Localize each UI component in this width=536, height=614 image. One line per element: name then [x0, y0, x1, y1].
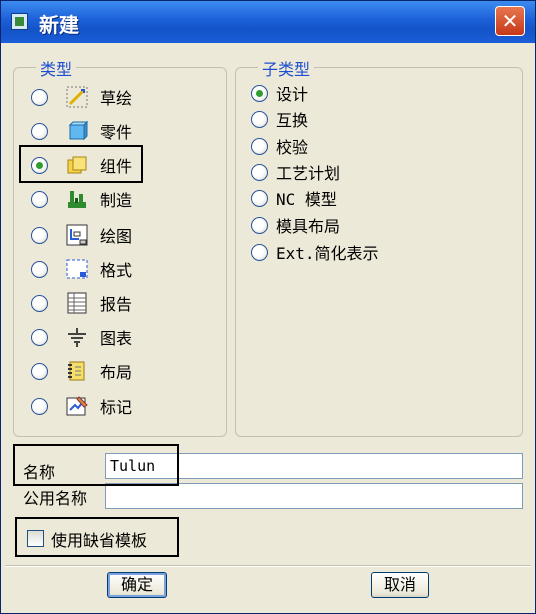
manufacturing-icon — [66, 188, 88, 210]
subtype-label: 设计 — [276, 85, 309, 104]
type-item-manufacturing[interactable]: 制造 — [31, 187, 132, 211]
subtype-radio[interactable] — [251, 243, 268, 261]
subtype-label: 校验 — [276, 138, 309, 157]
type-label: 零件 — [100, 123, 133, 142]
ok-button[interactable]: 确定 — [107, 572, 167, 598]
type-radio[interactable] — [31, 122, 48, 140]
subtype-item-mold-layout[interactable]: 模具布局 — [251, 213, 340, 237]
subtype-radio[interactable] — [251, 216, 268, 234]
type-radio[interactable] — [31, 88, 48, 106]
subtype-group-title: 子类型 — [258, 56, 315, 80]
subtype-radio[interactable] — [251, 189, 268, 207]
type-item-part[interactable]: 零件 — [31, 119, 132, 143]
type-radio[interactable] — [31, 190, 48, 208]
title-bar[interactable]: 新建 ✕ — [1, 1, 535, 43]
type-label: 绘图 — [100, 227, 133, 246]
new-file-dialog: 新建 ✕ 类型 草绘 零件 组件 制造 绘图 格式 报告 图表 布局 标记 子类… — [0, 0, 536, 614]
format-icon — [66, 258, 88, 280]
subtype-radio[interactable] — [251, 137, 268, 155]
subtype-radio[interactable] — [251, 84, 268, 102]
close-icon: ✕ — [501, 9, 519, 33]
app-icon — [11, 13, 28, 30]
report-icon — [66, 292, 88, 314]
type-label: 布局 — [100, 363, 133, 382]
type-radio[interactable] — [31, 260, 48, 278]
window-title: 新建 — [39, 13, 79, 37]
type-radio[interactable] — [31, 328, 48, 346]
subtype-label: 工艺计划 — [276, 164, 341, 183]
markup-icon — [66, 395, 88, 417]
drawing-icon — [66, 224, 88, 246]
type-item-drawing[interactable]: 绘图 — [31, 223, 132, 247]
assembly-highlight-box — [19, 145, 143, 183]
subtype-label: 互换 — [276, 111, 309, 130]
name-highlight-box — [13, 444, 179, 486]
subtype-radio[interactable] — [251, 163, 268, 181]
subtype-item-design[interactable]: 设计 — [251, 81, 308, 105]
part-icon — [66, 120, 89, 142]
type-radio[interactable] — [31, 397, 48, 415]
type-item-sketch[interactable]: 草绘 — [31, 85, 132, 109]
subtype-item-interchange[interactable]: 互换 — [251, 107, 308, 131]
sketch-icon — [66, 86, 88, 108]
type-item-diagram[interactable]: 图表 — [31, 325, 132, 349]
close-button[interactable]: ✕ — [495, 6, 525, 36]
type-label: 标记 — [100, 398, 133, 417]
cancel-button[interactable]: 取消 — [371, 572, 429, 598]
subtype-item-nc-model[interactable]: NC 模型 — [251, 186, 337, 210]
type-label: 草绘 — [100, 89, 133, 108]
template-highlight-box — [15, 517, 179, 557]
common-name-label: 公用名称 — [23, 489, 88, 508]
type-item-report[interactable]: 报告 — [31, 291, 132, 315]
type-group-title: 类型 — [36, 56, 77, 80]
type-label: 报告 — [100, 295, 133, 314]
layout-icon — [66, 360, 88, 382]
subtype-item-verify[interactable]: 校验 — [251, 134, 308, 158]
subtype-label: NC 模型 — [276, 190, 337, 209]
button-separator — [5, 565, 531, 567]
type-label: 图表 — [100, 329, 133, 348]
type-item-format[interactable]: 格式 — [31, 257, 132, 281]
subtype-radio[interactable] — [251, 110, 268, 128]
type-item-layout[interactable]: 布局 — [31, 359, 132, 383]
type-label: 格式 — [100, 261, 133, 280]
diagram-icon — [66, 326, 88, 348]
type-radio[interactable] — [31, 226, 48, 244]
subtype-label: 模具布局 — [276, 217, 341, 236]
type-radio[interactable] — [31, 294, 48, 312]
common-name-input[interactable] — [105, 483, 523, 509]
type-label: 制造 — [100, 191, 133, 210]
subtype-item-ext-simplified-rep[interactable]: Ext.简化表示 — [251, 240, 379, 264]
subtype-label: Ext.简化表示 — [276, 244, 379, 263]
type-item-markup[interactable]: 标记 — [31, 394, 132, 418]
type-radio[interactable] — [31, 362, 48, 380]
subtype-item-process-plan[interactable]: 工艺计划 — [251, 160, 340, 184]
